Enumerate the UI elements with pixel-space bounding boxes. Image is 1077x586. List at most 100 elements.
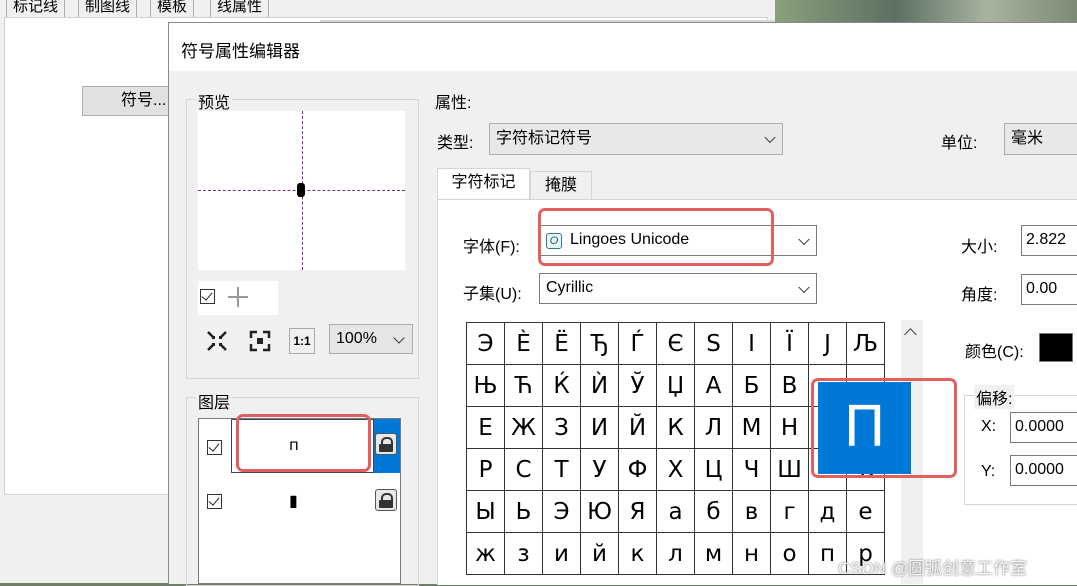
glyph-cell[interactable]: К <box>656 406 695 449</box>
angle-label: 角度: <box>961 287 998 304</box>
glyph-cell[interactable]: з <box>504 532 543 575</box>
color-swatch[interactable] <box>1039 333 1073 362</box>
glyph-cell[interactable]: Ў <box>618 364 657 407</box>
glyph-cell[interactable]: Ђ <box>580 322 619 365</box>
dialog-title: 符号属性编辑器 <box>181 42 300 61</box>
glyph-cell[interactable]: Й <box>618 406 657 449</box>
glyph-cell[interactable]: ж <box>466 532 505 575</box>
glyph-cell[interactable]: м <box>694 532 733 575</box>
glyph-cell[interactable]: И <box>580 406 619 449</box>
glyph-cell[interactable]: Е <box>466 406 505 449</box>
type-value: 字符标记符号 <box>496 130 593 147</box>
glyph-cell[interactable]: е <box>846 490 885 533</box>
glyph-cell[interactable]: È <box>504 322 543 365</box>
preview-group-label: 预览 <box>196 89 233 113</box>
bg-tab-marker-line[interactable]: 标记线 <box>6 0 66 18</box>
type-select[interactable]: 字符标记符号 <box>489 123 783 155</box>
glyph-cell[interactable]: Ї <box>770 322 809 365</box>
glyph-cell[interactable]: в <box>732 490 771 533</box>
glyph-cell[interactable]: и <box>542 532 581 575</box>
glyph-cell[interactable]: Ы <box>466 490 505 533</box>
glyph-cell[interactable]: а <box>656 490 695 533</box>
glyph-cell[interactable]: Ж <box>504 406 543 449</box>
fit-icon[interactable] <box>204 328 230 354</box>
lock-icon[interactable] <box>375 489 397 511</box>
glyph-cell[interactable]: Њ <box>466 364 505 407</box>
offset-y-input[interactable]: 0.0000 <box>1010 455 1077 486</box>
tab-character-marker[interactable]: 字符标记 <box>437 168 530 201</box>
glyph-cell[interactable]: Ш <box>770 448 809 491</box>
angle-input[interactable]: 0.00 <box>1021 274 1077 305</box>
grid-checkbox[interactable] <box>200 289 215 304</box>
glyph-cell[interactable]: В <box>770 364 809 407</box>
glyph-cell[interactable]: Р <box>466 448 505 491</box>
symbol-property-editor-dialog: 符号属性编辑器 预览 1:1 100% 图层 п ▮ 属性: 类型: 字符标记符… <box>168 22 1077 586</box>
symbol-button[interactable]: 符号... <box>82 86 180 116</box>
glyph-cell[interactable]: й <box>580 532 619 575</box>
glyph-cell[interactable]: л <box>656 532 695 575</box>
glyph-cell[interactable]: Ѓ <box>618 322 657 365</box>
annotation-highlight-layer <box>236 414 371 472</box>
glyph-cell[interactable]: Ю <box>580 490 619 533</box>
glyph-cell[interactable]: Б <box>732 364 771 407</box>
properties-label: 属性: <box>435 95 472 112</box>
glyph-cell[interactable]: Ѝ <box>580 364 619 407</box>
glyph-cell[interactable]: S <box>694 322 733 365</box>
size-label: 大小: <box>961 239 998 256</box>
glyph-cell[interactable]: С <box>504 448 543 491</box>
glyph-cell[interactable]: Ц <box>694 448 733 491</box>
expand-icon[interactable] <box>247 328 273 354</box>
offset-x-label: X: <box>981 418 997 435</box>
glyph-cell[interactable]: У <box>580 448 619 491</box>
layers-group-label: 图层 <box>196 389 233 413</box>
crosshair-icon[interactable] <box>228 287 248 307</box>
lock-icon[interactable] <box>375 433 397 455</box>
glyph-cell[interactable]: о <box>770 532 809 575</box>
chevron-down-icon <box>393 332 405 344</box>
glyph-cell[interactable]: н <box>732 532 771 575</box>
zoom-select[interactable]: 100% <box>329 324 413 354</box>
glyph-cell[interactable]: Ь <box>504 490 543 533</box>
glyph-cell[interactable]: Я <box>618 490 657 533</box>
title-bar: 符号属性编辑器 <box>169 23 1077 71</box>
glyph-cell[interactable]: Ћ <box>504 364 543 407</box>
scroll-up-icon[interactable] <box>904 328 917 341</box>
actual-size-icon[interactable]: 1:1 <box>289 328 315 354</box>
glyph-cell[interactable]: Э <box>542 490 581 533</box>
size-input[interactable]: 2.822 <box>1021 225 1077 256</box>
glyph-cell[interactable]: б <box>694 490 733 533</box>
glyph-cell[interactable]: Ќ <box>542 364 581 407</box>
glyph-cell[interactable]: Х <box>656 448 695 491</box>
glyph-cell[interactable]: Џ <box>656 364 695 407</box>
bg-tab-cartographic-line[interactable]: 制图线 <box>78 0 138 18</box>
font-label: 字体(F): <box>463 239 520 256</box>
unit-select[interactable]: 毫米 <box>1004 123 1077 155</box>
glyph-cell[interactable]: Ч <box>732 448 771 491</box>
tab-mask[interactable]: 掩膜 <box>530 171 592 201</box>
glyph-cell[interactable]: Н <box>770 406 809 449</box>
glyph-cell[interactable]: д <box>808 490 847 533</box>
layer-visible-checkbox[interactable] <box>207 494 222 509</box>
glyph-cell[interactable]: А <box>694 364 733 407</box>
layer-visible-checkbox[interactable] <box>207 440 222 455</box>
glyph-cell[interactable]: Є <box>656 322 695 365</box>
bg-tab-template[interactable]: 模板 <box>150 0 195 18</box>
bg-tab-line-properties[interactable]: 线属性 <box>210 0 270 18</box>
glyph-row: ЫЬЭЮЯабвгде <box>466 490 885 533</box>
glyph-cell[interactable]: З <box>542 406 581 449</box>
glyph-cell[interactable]: Ë <box>542 322 581 365</box>
glyph-cell[interactable]: г <box>770 490 809 533</box>
watermark: CSDN @圆弧创意工作室 <box>838 559 1028 578</box>
glyph-cell[interactable]: J <box>808 322 847 365</box>
glyph-cell[interactable]: М <box>732 406 771 449</box>
glyph-cell[interactable]: І <box>732 322 771 365</box>
glyph-cell[interactable]: к <box>618 532 657 575</box>
glyph-cell[interactable]: Љ <box>846 322 885 365</box>
glyph-cell[interactable]: Л <box>694 406 733 449</box>
layer-row[interactable]: ▮ <box>199 485 400 525</box>
subset-select[interactable]: Cyrillic <box>539 273 817 304</box>
glyph-cell[interactable]: Т <box>542 448 581 491</box>
offset-x-input[interactable]: 0.0000 <box>1010 412 1077 443</box>
glyph-cell[interactable]: Э <box>466 322 505 365</box>
glyph-cell[interactable]: Ф <box>618 448 657 491</box>
